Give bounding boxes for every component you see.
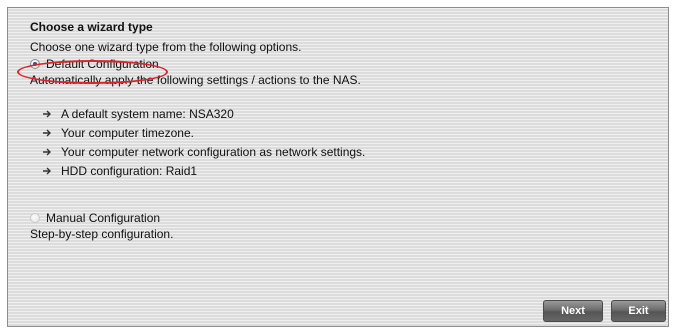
default-configuration-radio[interactable]: Default Configuration bbox=[30, 57, 159, 71]
arrow-right-icon bbox=[43, 167, 51, 175]
list-item: HDD configuration: Raid1 bbox=[41, 164, 197, 178]
default-configuration-label: Default Configuration bbox=[46, 57, 159, 71]
radio-selected-icon[interactable] bbox=[30, 59, 40, 69]
wizard-subtitle: Choose one wizard type from the followin… bbox=[30, 40, 302, 54]
wizard-panel: Choose a wizard type Choose one wizard t… bbox=[7, 7, 669, 327]
arrow-right-icon bbox=[43, 110, 51, 118]
list-item-text: Your computer network configuration as n… bbox=[61, 145, 366, 159]
list-item: Your computer network configuration as n… bbox=[41, 145, 365, 159]
manual-configuration-label: Manual Configuration bbox=[46, 211, 161, 225]
wizard-title: Choose a wizard type bbox=[30, 20, 153, 34]
next-button[interactable]: Next bbox=[543, 300, 603, 322]
arrow-right-icon bbox=[43, 148, 51, 156]
list-item-text: A default system name: NSA320 bbox=[61, 107, 234, 121]
exit-button[interactable]: Exit bbox=[611, 300, 666, 322]
list-item-text: Your computer timezone. bbox=[61, 126, 194, 140]
arrow-right-icon bbox=[43, 129, 51, 137]
list-item: A default system name: NSA320 bbox=[41, 107, 234, 121]
list-item: Your computer timezone. bbox=[41, 126, 194, 140]
radio-unselected-icon[interactable] bbox=[30, 213, 40, 223]
manual-configuration-radio[interactable]: Manual Configuration bbox=[30, 211, 160, 225]
list-item-text: HDD configuration: Raid1 bbox=[61, 164, 198, 178]
default-configuration-description: Automatically apply the following settin… bbox=[30, 73, 361, 87]
manual-configuration-description: Step-by-step configuration. bbox=[30, 227, 174, 241]
